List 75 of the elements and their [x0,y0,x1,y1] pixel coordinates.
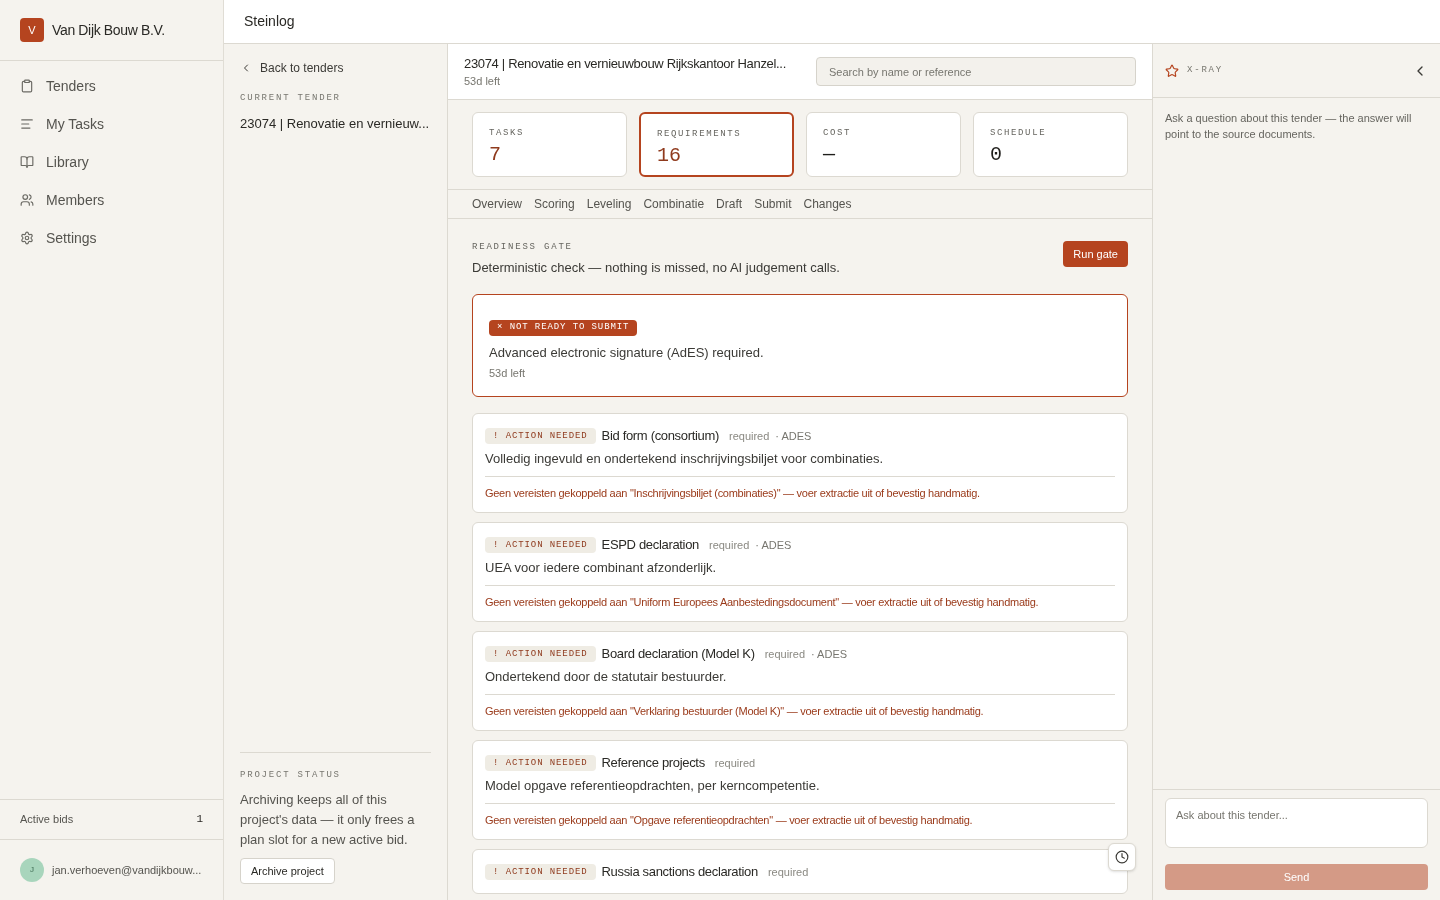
stat-card[interactable]: TASKS 7 [472,112,627,177]
stat-card[interactable]: SCHEDULE 0 [973,112,1128,177]
section-label: READINESS GATE [472,241,574,253]
nav-item[interactable]: Tenders [0,67,223,105]
nav-item[interactable]: Library [0,143,223,181]
app-title: Steinlog [244,12,295,31]
requirement-title: Bid form (consortium) [601,426,719,445]
requirement-description: Ondertekend door de statutair bestuurder. [485,667,728,686]
not-ready-badge: × NOT READY TO SUBMIT [489,319,638,336]
action-needed-badge: ! ACTION NEEDED [485,754,596,771]
requirement-description: UEA voor iedere combinant afzonderlijk. [485,558,718,577]
requirement-title: Russia sanctions declaration [601,862,758,881]
active-bids-count: 1 [196,812,203,828]
xray-intro: Ask a question about this tender — the answer will point to the source documents. [1164,111,1413,142]
current-tender[interactable]: 23074 | Renovatie en vernieuw... [240,113,431,133]
requirement-title: Board declaration (Model K) [601,644,755,663]
tab[interactable]: Overview [472,195,522,213]
panel-title: X-RAY [1187,63,1223,77]
requirement-tag: · ADES [775,426,812,445]
deadline-text: 53d left [489,365,527,380]
action-needed-badge: ! ACTION NEEDED [485,863,596,880]
archive-button[interactable]: Archive project [240,858,335,884]
requirement-title: Reference projects [601,753,705,772]
required-label: required [764,646,805,662]
project-status-text: Archiving keeps all of this project's data — it only frees a plan slot for a new active bid. [240,791,416,849]
book-icon [20,155,34,169]
warning-text: Geen vereisten gekoppeld aan "Opgave referentieopdrachten" — voer extractie uit of bevestig handmatig. [485,813,973,826]
stat-card[interactable]: REQUIREMENTS 16 [639,112,794,177]
required-label: required [767,864,809,880]
menu-icon [20,117,34,131]
required-label: required [708,537,750,553]
warning-text: Geen vereisten gekoppeld aan "Uniform Europees Aanbestedingsdocument" — voer extractie uit of bevestig handmatig. [485,595,1039,608]
required-label: required [729,428,770,444]
user-avatar: J [20,858,44,882]
star-icon [1165,63,1179,78]
tender-title: 23074 | Renovatie en vernieuwbouw Rijkskantoor Hanzel... [464,54,786,73]
back-link[interactable]: Back to tenders [240,60,431,76]
stat-card[interactable]: COST — [806,112,961,177]
action-needed-badge: ! ACTION NEEDED [485,427,596,444]
warning-text: Geen vereisten gekoppeld aan "Inschrijvingsbiljet (combinaties)" — voer extractie uit of bevestig handmatig. [485,486,980,499]
warning-text: Geen vereisten gekoppeld aan "Verklaring bestuurder (Model K)" — voer extractie uit of bevestig handmatig. [485,704,984,717]
tab[interactable]: Changes [803,195,852,213]
nav-item[interactable]: Members [0,181,223,219]
gate-description: Deterministic check — nothing is missed, no AI judgement calls. [472,259,840,277]
clipboard-icon [20,79,34,93]
tab[interactable]: Submit [754,195,792,213]
nav-item[interactable]: My Tasks [0,105,223,143]
clock-icon [1115,850,1129,864]
tab[interactable]: Scoring [534,195,575,213]
section-label: CURRENT TENDER [240,92,342,105]
tab[interactable]: Draft [716,195,743,213]
search-field[interactable]: Search by name or reference [816,57,1136,86]
org-name: Van Dijk Bouw B.V. [52,20,165,40]
section-label: PROJECT STATUS [240,768,342,782]
requirement-tag: · ADES [811,644,848,663]
requirement-tag: · ADES [755,535,792,554]
action-needed-badge: ! ACTION NEEDED [485,645,596,662]
nav-item[interactable]: Settings [0,219,223,257]
org-logo: V [20,18,44,42]
requirement-description: Volledig ingevuld en ondertekend inschrijvingsbiljet voor combinaties. [485,449,885,468]
tab[interactable]: Leveling [586,195,632,213]
requirement-title: ESPD declaration [601,535,699,554]
run-gate-button[interactable]: Run gate [1063,241,1128,267]
question-field[interactable]: Ask about this tender... [1165,798,1428,848]
settings-icon [20,231,34,245]
status-message: Advanced electronic signature (AdES) required. [489,343,765,362]
active-bids-label: Active bids [20,812,74,828]
requirement-description: Model opgave referentieopdrachten, per kerncompetentie. [485,776,821,795]
tab[interactable]: Combinatie [643,195,705,213]
user-email: jan.verhoeven@vandijkbouw... [52,862,202,878]
history-button[interactable] [1108,843,1136,871]
action-needed-badge: ! ACTION NEEDED [485,536,596,553]
deadline-text: 53d left [464,74,502,89]
users-icon [20,193,34,207]
required-label: required [714,755,756,771]
